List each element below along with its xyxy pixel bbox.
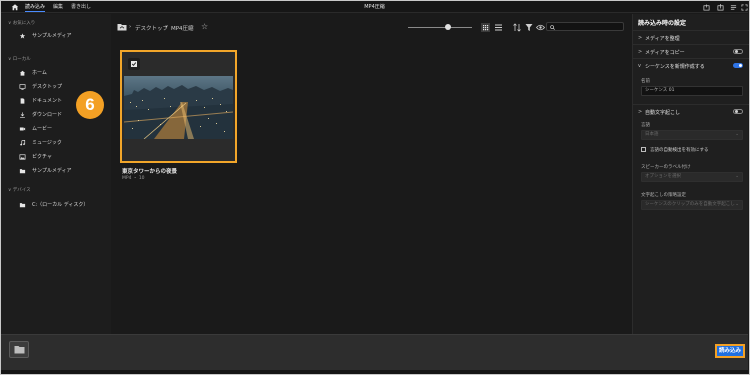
breadcrumb-desktop[interactable]: デスクトップ — [135, 24, 168, 32]
transcribe-target-select[interactable]: シーケンスのクリップのみを自動文字起こし ⌄ — [641, 200, 743, 210]
media-browser: › デスクトップ › MP4圧縮 ☆ 東京タワーからの夜景 MP4 ・ 10 — [111, 14, 631, 334]
document-icon — [20, 98, 25, 104]
folder-icon[interactable] — [117, 23, 127, 31]
setting-organize-media[interactable]: > メディアを整理 — [633, 30, 749, 44]
speaker-label: スピーカーのラベル付け — [641, 165, 691, 170]
speaker-select[interactable]: オプションを選択 ⌄ — [641, 172, 743, 182]
section-local[interactable]: ∨ ローカル — [8, 56, 31, 62]
setting-new-sequence[interactable]: v シーケンスを新規作成する — [633, 58, 749, 72]
share-icon[interactable] — [703, 4, 710, 11]
transcribe-target-label: 文字起こしの策略設定 — [641, 193, 686, 198]
music-icon — [20, 140, 26, 146]
copy-media-toggle[interactable] — [733, 49, 743, 54]
folder-icon — [14, 346, 25, 354]
autodetect-checkbox[interactable] — [641, 147, 646, 152]
sort-icon[interactable] — [513, 23, 521, 32]
filter-icon[interactable] — [525, 23, 533, 32]
zoom-slider[interactable] — [408, 27, 472, 28]
name-label: 名前 — [641, 79, 650, 84]
media-meta: MP4 ・ 10 — [122, 176, 145, 181]
window-title: MP4圧縮 — [364, 4, 385, 10]
tab-edit[interactable]: 編集 — [53, 3, 63, 11]
import-settings-panel: 読み込み時の設定 > メディアを整理 > メディアをコピー v シーケンスを新規… — [632, 14, 749, 334]
media-select-checkbox[interactable] — [128, 58, 140, 70]
favorite-star-icon[interactable]: ☆ — [201, 22, 208, 31]
grid-view-icon[interactable] — [481, 23, 490, 32]
home-icon[interactable] — [11, 3, 19, 11]
breadcrumb-sep: › — [129, 24, 132, 30]
setting-auto-transcribe[interactable]: > 自動文字起こし — [633, 104, 749, 118]
autodetect-label: 言語の自動検出を有効にする — [650, 148, 709, 153]
video-icon — [19, 127, 26, 131]
tab-import[interactable]: 読み込み — [25, 3, 46, 12]
list-view-icon[interactable] — [494, 23, 503, 32]
status-strip — [1, 370, 748, 374]
zoom-slider-handle[interactable] — [445, 24, 451, 30]
search-input[interactable] — [546, 22, 624, 31]
media-card[interactable] — [120, 50, 237, 163]
language-label: 言語 — [641, 123, 650, 128]
folder-icon — [19, 169, 26, 174]
import-button[interactable]: 読み込み — [715, 344, 745, 358]
top-bar: 読み込み 編集 書き出し MP4圧縮 — [1, 1, 748, 13]
setting-copy-media[interactable]: > メディアをコピー — [633, 44, 749, 58]
eye-icon[interactable] — [536, 24, 545, 31]
media-title: 東京タワーからの夜景 — [122, 169, 178, 175]
menu-icon[interactable] — [730, 4, 737, 11]
language-select[interactable]: 日本語 ⌄ — [641, 130, 743, 140]
section-devices[interactable]: ∨ デバイス — [8, 187, 31, 193]
search-icon — [550, 24, 555, 30]
fullscreen-icon[interactable] — [741, 4, 748, 11]
sequence-name-field[interactable]: シーケンス 01 — [641, 86, 743, 96]
new-sequence-toggle[interactable] — [733, 63, 743, 68]
workspace-icon[interactable] — [717, 4, 724, 11]
star-icon — [19, 33, 26, 39]
download-icon — [20, 112, 25, 118]
breadcrumb-current[interactable]: MP4圧縮 — [171, 24, 194, 32]
folder-icon — [19, 203, 26, 208]
sidebar: ∨ お気に入り サンプルメディア ∨ ローカル ホーム デスクトップ ドキュメン… — [1, 14, 111, 334]
checkmark-icon — [131, 61, 137, 67]
breadcrumb-sep: › — [165, 24, 168, 30]
media-thumbnail — [124, 76, 233, 139]
home-icon — [19, 70, 26, 76]
auto-transcribe-toggle[interactable] — [733, 109, 743, 114]
open-folder-button[interactable] — [9, 341, 29, 358]
monitor-icon — [19, 84, 26, 90]
panel-title: 読み込み時の設定 — [638, 20, 687, 27]
bottom-bar — [1, 334, 748, 370]
image-icon — [19, 154, 26, 160]
tab-export[interactable]: 書き出し — [71, 3, 91, 11]
section-favorites[interactable]: ∨ お気に入り — [8, 20, 35, 26]
step-badge-6: 6 — [76, 91, 104, 119]
